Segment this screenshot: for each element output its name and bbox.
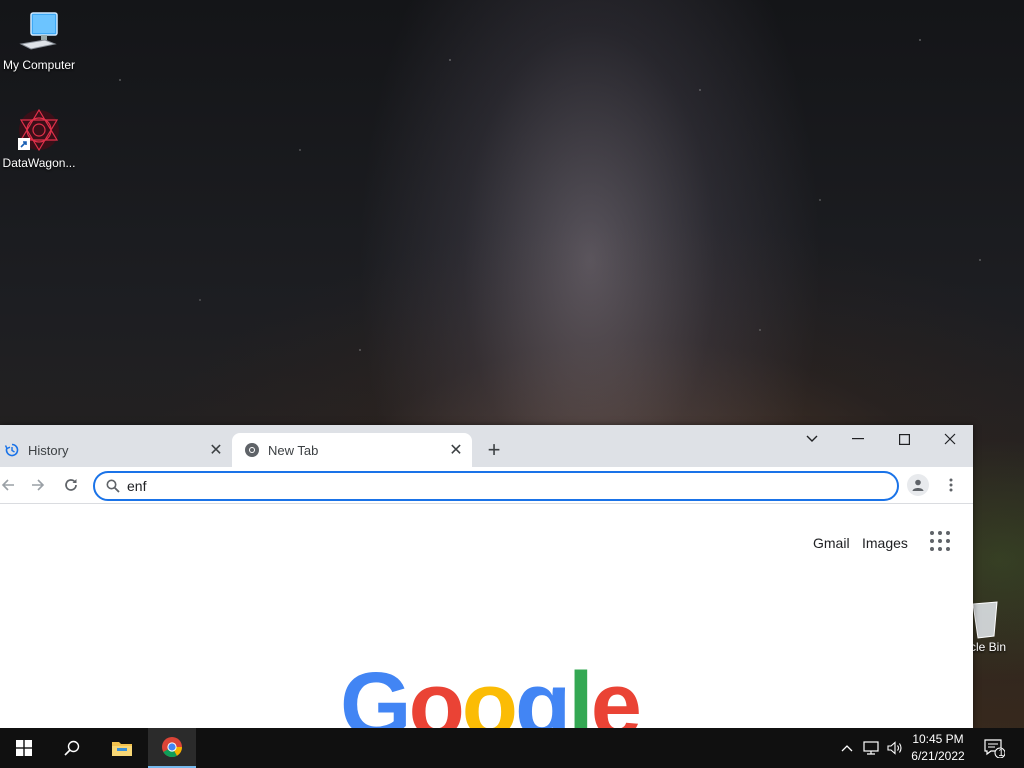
minimize-button[interactable] — [835, 425, 881, 453]
action-center-button[interactable]: 1 — [980, 728, 1008, 768]
person-icon — [912, 479, 924, 491]
taskbar: 10:45 PM 6/21/2022 1 — [0, 728, 1024, 768]
recycle-bin-label: cle Bin — [970, 640, 1007, 654]
logo-letter: o — [408, 654, 465, 728]
volume-icon — [887, 741, 902, 755]
close-window-button[interactable] — [927, 425, 973, 453]
gmail-link[interactable]: Gmail — [813, 535, 850, 551]
reload-button[interactable] — [59, 473, 83, 497]
back-button[interactable] — [0, 473, 20, 497]
show-hidden-icons-button[interactable] — [838, 728, 856, 768]
recycle-bin-icon — [970, 600, 1000, 640]
chrome-icon — [244, 442, 260, 458]
desktop-icon-my-computer[interactable]: My Computer — [1, 10, 77, 72]
chrome-window: History ✕ New Tab ✕ + enf Gmail Images G… — [0, 425, 973, 728]
desktop-icon-datawagon[interactable]: DataWagon... — [1, 108, 77, 170]
network-icon — [863, 741, 879, 755]
logo-letter: e — [590, 654, 642, 728]
start-icon — [16, 740, 32, 756]
file-explorer-icon — [112, 742, 132, 756]
datawagon-icon — [17, 108, 61, 152]
arrow-left-icon — [1, 479, 14, 491]
close-tab-icon[interactable]: ✕ — [206, 440, 226, 460]
address-bar[interactable] — [93, 471, 899, 501]
system-clock[interactable]: 10:45 PM 6/21/2022 — [902, 731, 974, 765]
history-icon — [4, 442, 20, 458]
chevron-up-icon — [841, 745, 853, 752]
address-input[interactable] — [127, 476, 867, 496]
tab-new-tab[interactable]: New Tab ✕ — [232, 433, 472, 467]
logo-letter: l — [568, 654, 594, 728]
new-tab-page: Gmail Images Google — [0, 504, 973, 728]
more-vert-icon — [949, 478, 953, 492]
menu-button[interactable] — [944, 474, 958, 496]
tab-history[interactable]: History ✕ — [0, 433, 232, 467]
new-tab-button[interactable]: + — [484, 439, 504, 461]
taskbar-file-explorer[interactable] — [98, 728, 146, 768]
reload-icon — [65, 479, 77, 491]
tab-search-button[interactable] — [789, 425, 835, 453]
clock-time: 10:45 PM — [912, 732, 964, 746]
computer-icon — [17, 10, 61, 54]
notification-count-badge: 1 — [998, 748, 1004, 759]
taskbar-search-button[interactable] — [48, 728, 96, 768]
forward-button[interactable] — [26, 473, 50, 497]
search-icon — [106, 479, 120, 493]
tab-title: New Tab — [268, 442, 319, 458]
taskbar-chrome[interactable] — [148, 728, 196, 768]
logo-letter: g — [514, 654, 571, 728]
desktop-icon-recycle-bin[interactable]: cle Bin — [970, 600, 1024, 654]
minimize-icon — [852, 438, 864, 440]
arrow-right-icon — [32, 479, 45, 491]
images-link[interactable]: Images — [862, 535, 908, 551]
desktop-icon-label: DataWagon... — [2, 156, 76, 170]
start-button[interactable] — [0, 728, 48, 768]
network-button[interactable] — [860, 728, 882, 768]
profile-button[interactable] — [907, 474, 929, 496]
logo-letter: o — [461, 654, 518, 728]
clock-date: 6/21/2022 — [911, 749, 965, 763]
close-icon — [944, 433, 956, 445]
search-icon — [64, 740, 80, 756]
tab-strip: History ✕ New Tab ✕ + — [0, 425, 973, 467]
close-tab-icon[interactable]: ✕ — [446, 440, 466, 460]
desktop-icon-label: My Computer — [2, 58, 76, 72]
maximize-button[interactable] — [881, 425, 927, 453]
chrome-icon — [162, 737, 183, 758]
maximize-icon — [898, 433, 910, 445]
browser-toolbar — [0, 467, 973, 504]
google-logo: Google — [340, 659, 642, 728]
logo-letter: G — [340, 654, 412, 728]
tab-title: History — [28, 442, 69, 458]
apps-grid-icon[interactable] — [928, 529, 952, 553]
chevron-down-icon — [806, 435, 818, 442]
